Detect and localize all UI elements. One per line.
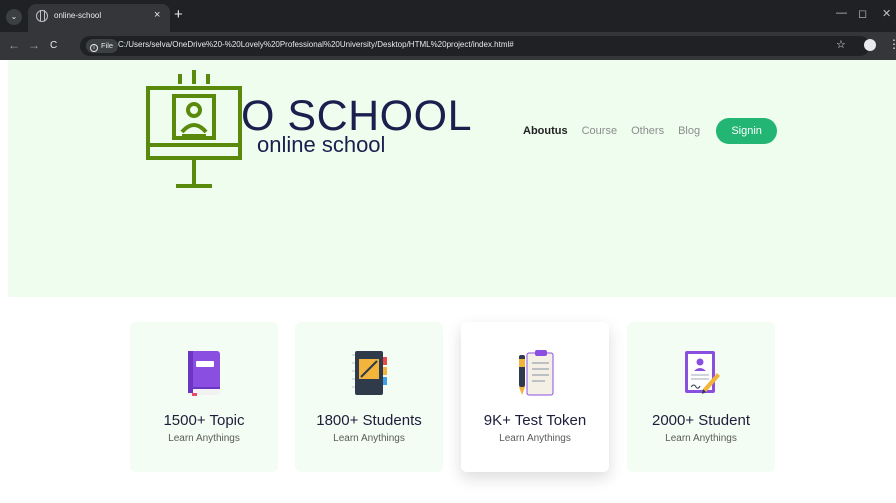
browser-tab-bar: ⌄ online-school × + — ◻ ✕	[0, 0, 896, 32]
bookmark-star-icon[interactable]: ☆	[836, 38, 846, 51]
card-subtitle: Learn Anythings	[333, 433, 405, 444]
browser-menu-icon[interactable]: ⋮	[888, 37, 896, 51]
tab-close-icon[interactable]: ×	[154, 9, 160, 21]
card-title: 1500+ Topic	[163, 412, 245, 429]
notebook-icon	[352, 351, 387, 395]
main-nav: Aboutus Course Others Blog Signin	[523, 118, 778, 144]
site-info-chip[interactable]: i File	[86, 39, 119, 53]
certificate-icon	[685, 351, 720, 394]
minimize-button[interactable]: —	[836, 7, 847, 19]
tab-search-button[interactable]: ⌄	[6, 9, 22, 25]
browser-toolbar: ← → C i File C:/Users/selva/OneDrive%20-%…	[0, 32, 896, 60]
hero-section: O SCHOOL online school Aboutus Course Ot…	[8, 60, 896, 297]
address-bar[interactable]: i File C:/Users/selva/OneDrive%20-%20Love…	[80, 36, 870, 56]
nav-link-aboutus[interactable]: Aboutus	[523, 125, 568, 137]
nav-link-blog[interactable]: Blog	[678, 125, 700, 137]
stat-card-student-certificates[interactable]: 2000+ Student Learn Anythings	[627, 322, 775, 472]
card-subtitle: Learn Anythings	[168, 433, 240, 444]
signin-button[interactable]: Signin	[716, 118, 778, 144]
window-close-button[interactable]: ✕	[882, 7, 891, 20]
book-icon	[188, 351, 220, 396]
stat-card-test-token[interactable]: 9K+ Test Token Learn Anythings	[461, 322, 609, 472]
tab-title: online-school	[54, 11, 102, 20]
nav-link-course[interactable]: Course	[582, 125, 617, 137]
brand-tagline: online school	[257, 132, 386, 157]
nav-link-others[interactable]: Others	[631, 125, 664, 137]
reload-button[interactable]: C	[50, 40, 57, 51]
forward-button[interactable]: →	[28, 38, 40, 52]
school-logo-icon	[146, 70, 242, 188]
back-button[interactable]: ←	[8, 38, 20, 52]
card-title: 9K+ Test Token	[483, 412, 587, 429]
url-text[interactable]: C:/Users/selva/OneDrive%20-%20Lovely%20P…	[118, 40, 514, 49]
clipboard-pen-icon	[519, 350, 554, 396]
browser-tab[interactable]: online-school ×	[28, 4, 170, 32]
card-subtitle: Learn Anythings	[665, 433, 737, 444]
globe-icon	[36, 10, 48, 22]
new-tab-button[interactable]: +	[174, 6, 183, 23]
card-title: 2000+ Student	[651, 412, 750, 429]
stat-card-topics[interactable]: 1500+ Topic Learn Anythings	[130, 322, 278, 472]
profile-icon[interactable]	[864, 39, 876, 51]
stat-card-students[interactable]: 1800+ Students Learn Anythings	[295, 322, 443, 472]
site-info-label: File	[101, 41, 114, 50]
restore-button[interactable]: ◻	[858, 7, 867, 20]
card-subtitle: Learn Anythings	[499, 433, 571, 444]
card-title: 1800+ Students	[316, 412, 422, 429]
info-icon: i	[90, 44, 98, 52]
